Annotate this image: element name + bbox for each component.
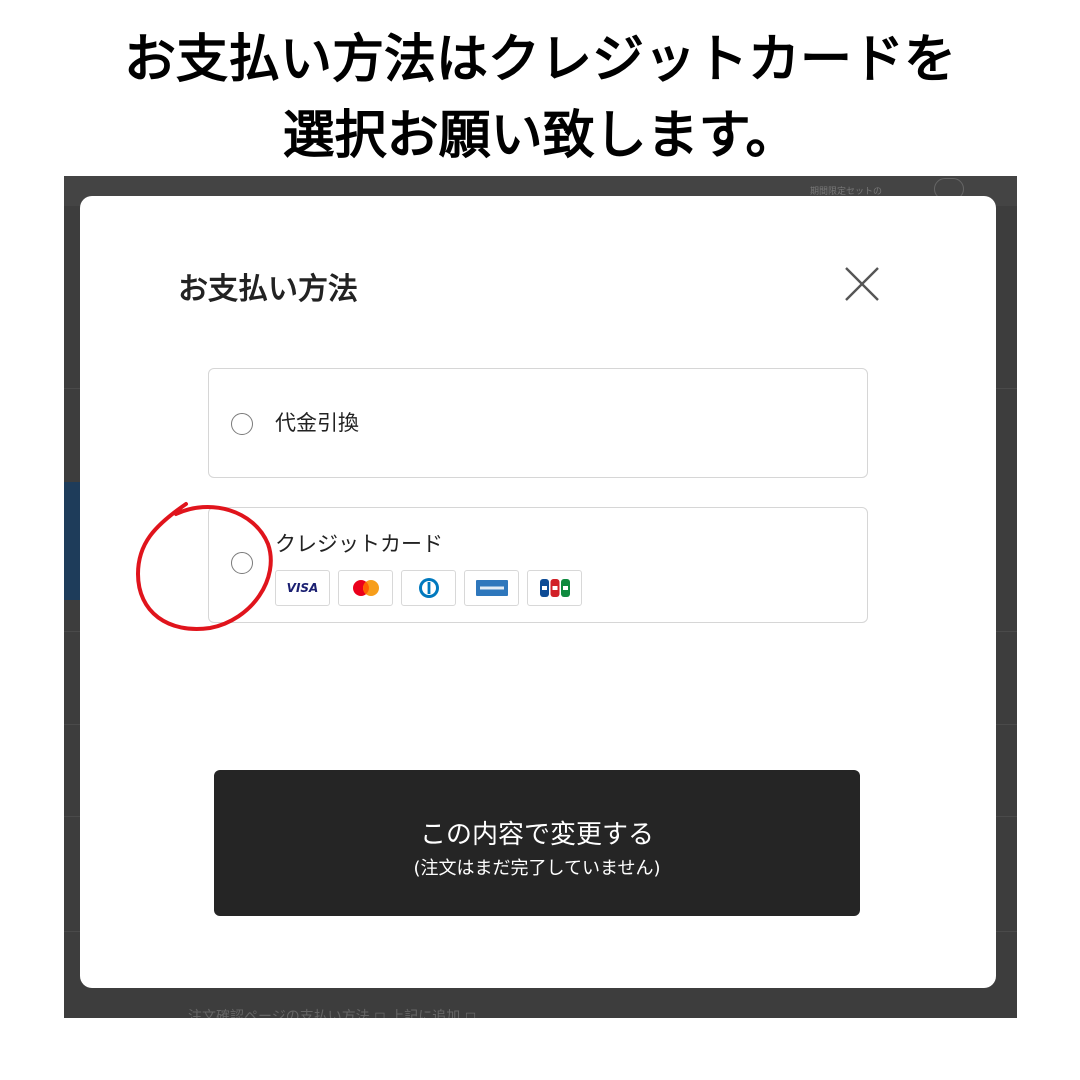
modal-title: お支払い方法 [178,272,358,307]
option-label-credit-card: クレジットカード [275,532,443,556]
radio-button-credit-card[interactable] [231,552,253,574]
confirm-change-sublabel: (注文はまだ完了していません) [413,858,661,879]
visa-logo-text: VISA [286,581,319,595]
radio-button-cash-on-delivery[interactable] [231,413,253,435]
background-footer-text: 注文確認ページの支払い方法 ◻ 上記に追加 ◻ [188,1009,477,1018]
instruction-line-2: 選択お願い致します。 [282,106,798,166]
card-brand-list: VISA [275,570,582,606]
payment-method-modal: お支払い方法 代金引換 クレジットカード VISA この内容で変更する (注文は… [80,196,996,988]
instruction-line-1: お支払い方法はクレジットカードを [123,30,956,90]
confirm-change-button[interactable]: この内容で変更する (注文はまだ完了していません) [214,770,860,916]
close-icon [845,267,879,301]
payment-option-cash-on-delivery[interactable]: 代金引換 [208,368,868,478]
instruction-heading: お支払い方法はクレジットカードを 選択お願い致します。 [0,22,1080,174]
close-button[interactable] [840,262,884,306]
diners-club-icon [401,570,456,606]
confirm-change-label: この内容で変更する [419,820,654,850]
option-label-cash-on-delivery: 代金引換 [275,411,359,435]
mastercard-icon [338,570,393,606]
payment-option-credit-card[interactable]: クレジットカード VISA [208,507,868,623]
amex-icon [464,570,519,606]
jcb-icon [527,570,582,606]
visa-icon: VISA [275,570,330,606]
